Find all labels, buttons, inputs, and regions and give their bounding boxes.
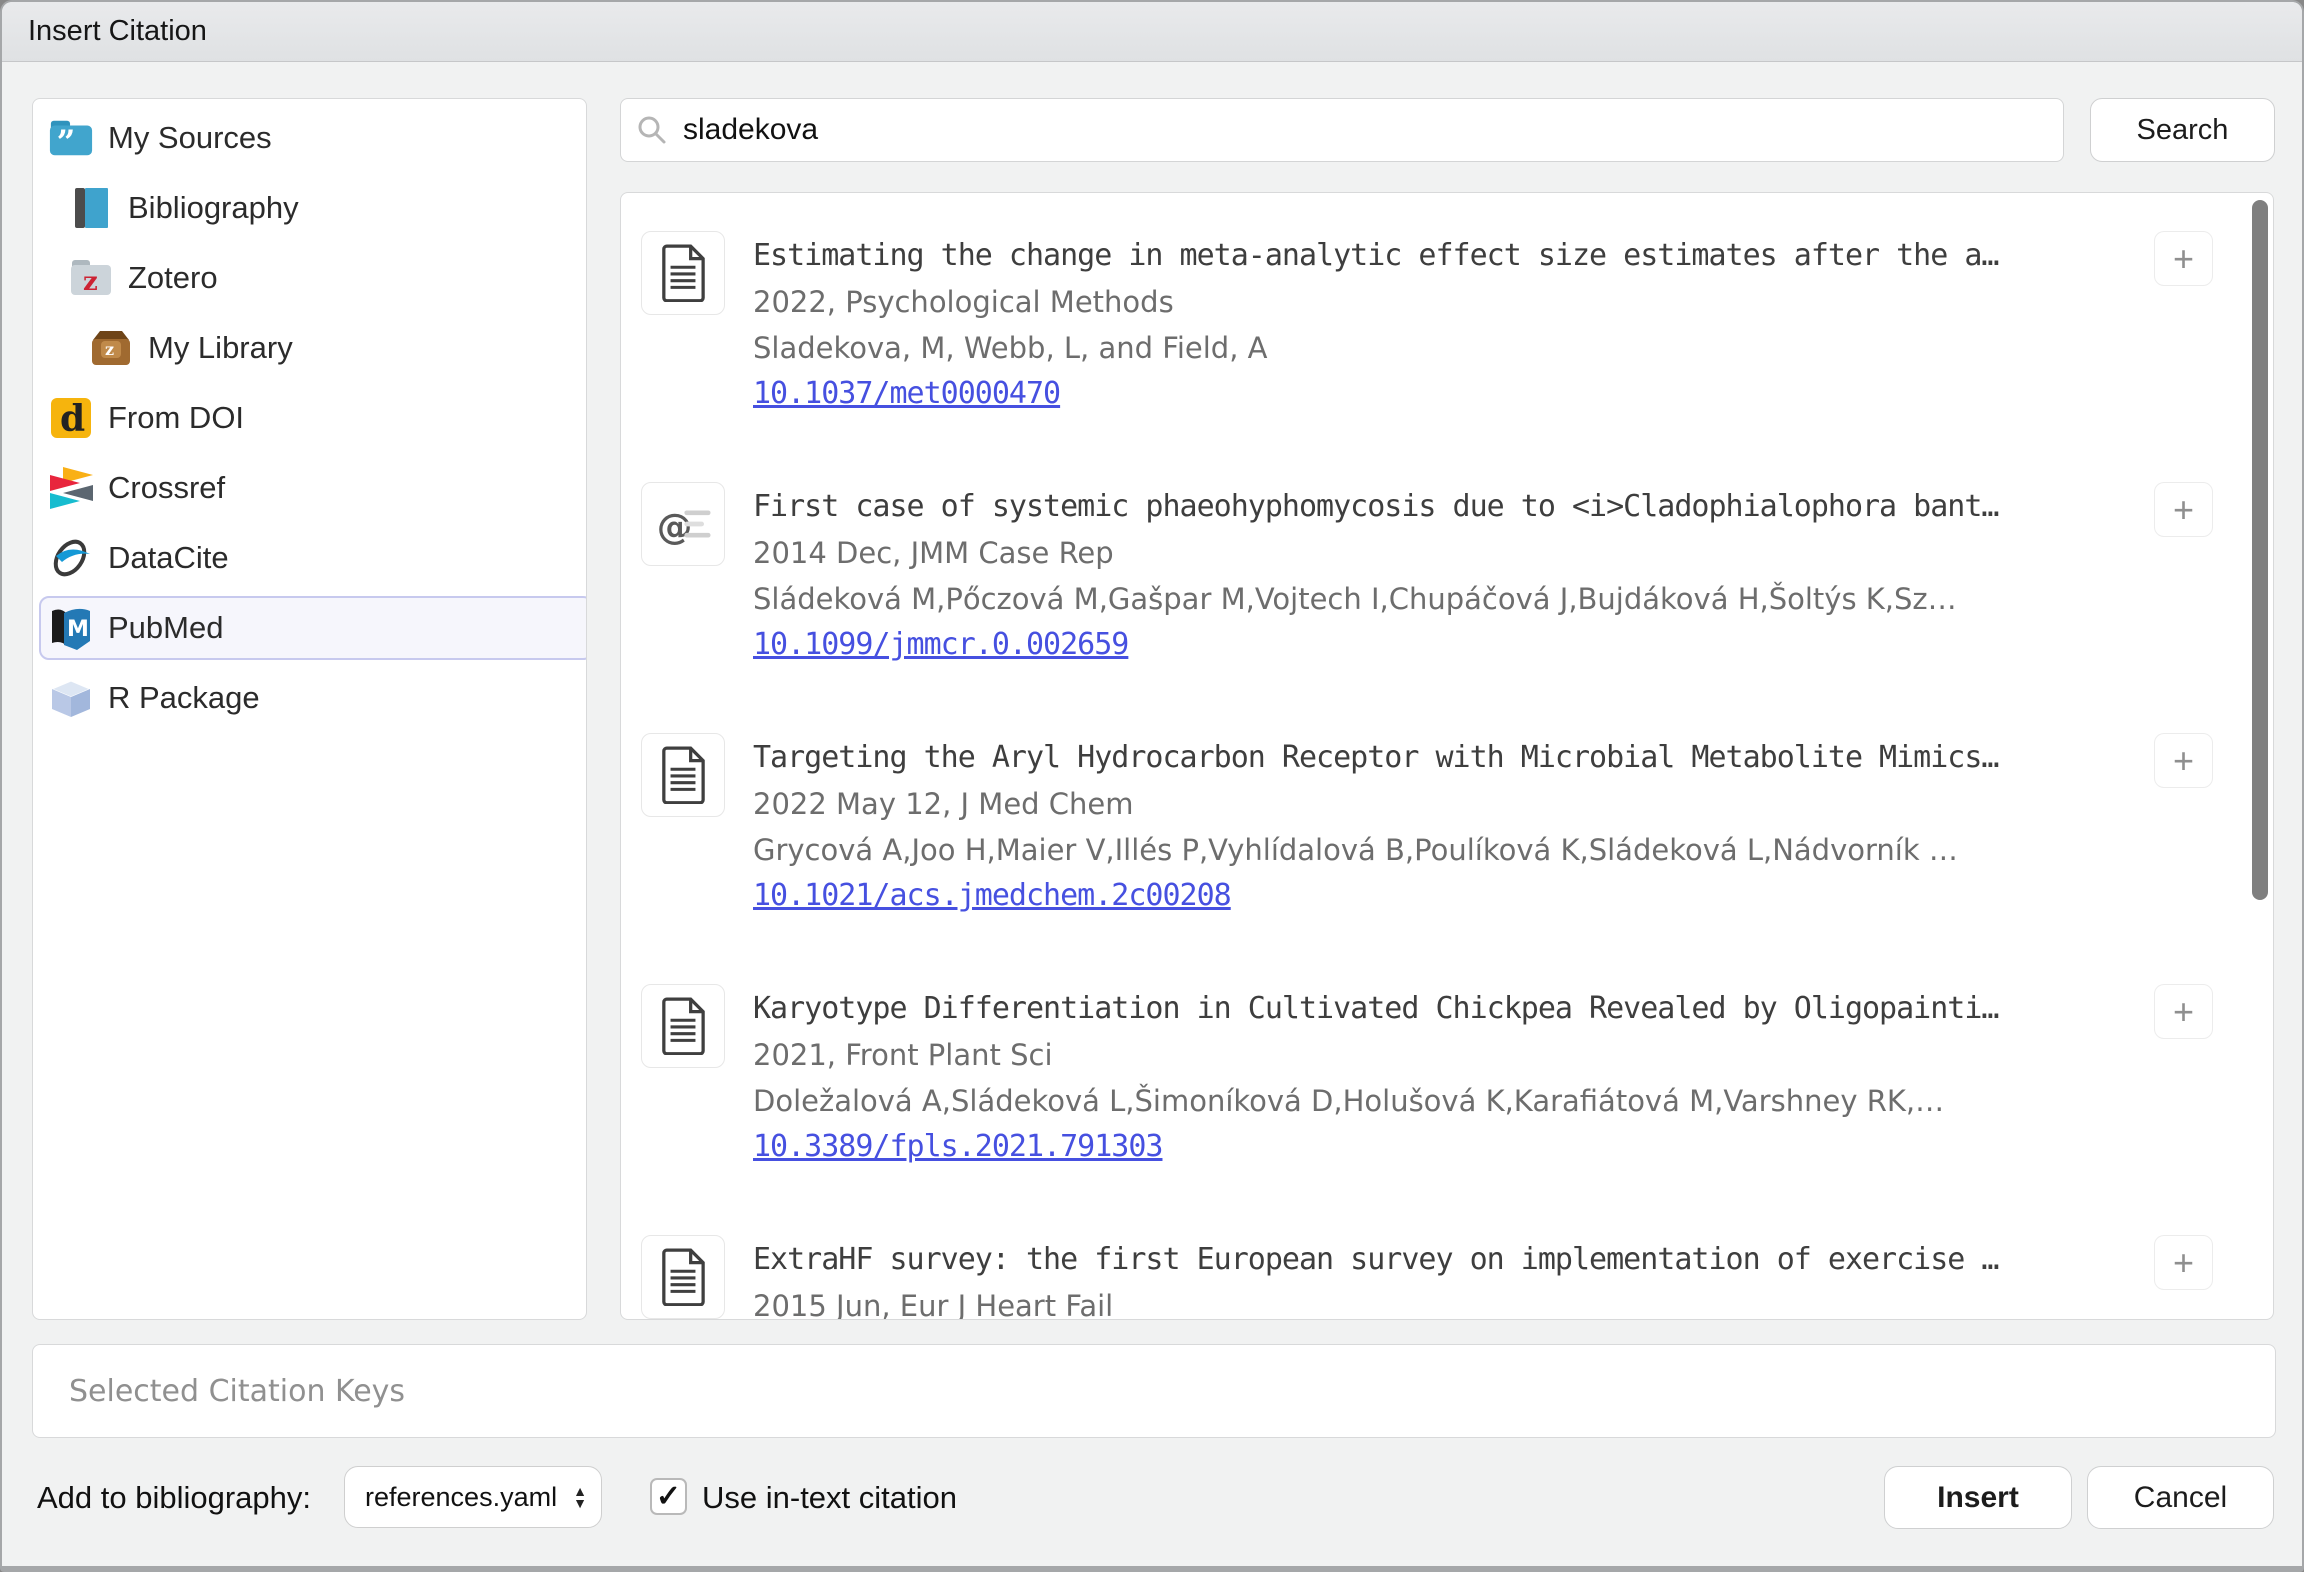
dialog-title: Insert Citation: [28, 15, 207, 48]
result-doi-link[interactable]: 10.1099/jmmcr.0.002659: [753, 627, 1128, 662]
search-box: [620, 98, 2064, 162]
doi-icon: d: [48, 395, 94, 441]
select-arrows-icon: ▲▼: [573, 1485, 587, 1509]
add-citation-button[interactable]: +: [2154, 231, 2213, 286]
crossref-icon: [48, 465, 94, 511]
sidebar-item-label: PubMed: [108, 610, 223, 646]
result-title: First case of systemic phaeohyphomycosis…: [753, 484, 2143, 530]
dialog-titlebar: Insert Citation: [2, 2, 2302, 62]
result-title: Estimating the change in meta-analytic e…: [753, 233, 2143, 279]
result-meta: 2014 Dec, JMM Case Rep: [753, 530, 2143, 576]
add-citation-button[interactable]: +: [2154, 482, 2213, 537]
search-results-list: Estimating the change in meta-analytic e…: [620, 192, 2274, 1320]
result-item: Targeting the Aryl Hydrocarbon Receptor …: [621, 730, 2273, 981]
pubmed-icon: M: [48, 605, 94, 651]
sidebar-item-label: Bibliography: [128, 190, 299, 226]
result-item: @ First case of systemic phaeohyphomycos…: [621, 479, 2273, 730]
search-icon: [635, 113, 669, 147]
document-icon: [641, 984, 725, 1068]
add-to-bibliography-label: Add to bibliography:: [37, 1480, 311, 1516]
cancel-button[interactable]: Cancel: [2087, 1466, 2274, 1529]
selected-citation-keys-box: [32, 1344, 2276, 1438]
svg-text:”: ”: [57, 122, 76, 159]
search-button[interactable]: Search: [2090, 98, 2275, 162]
results-scrollbar-thumb[interactable]: [2252, 200, 2268, 900]
result-authors: Sládeková M,Pőczová M,Gašpar M,Vojtech I…: [753, 576, 2143, 622]
result-meta: 2021, Front Plant Sci: [753, 1032, 2143, 1078]
zotero-icon: z: [68, 255, 114, 301]
insert-button[interactable]: Insert: [1884, 1466, 2072, 1529]
document-icon: [641, 733, 725, 817]
document-icon: [641, 1235, 725, 1319]
sidebar-item-label: R Package: [108, 680, 260, 716]
result-title: Karyotype Differentiation in Cultivated …: [753, 986, 2143, 1032]
add-citation-button[interactable]: +: [2154, 984, 2213, 1039]
add-citation-button[interactable]: +: [2154, 733, 2213, 788]
result-doi-link[interactable]: 10.3389/fpls.2021.791303: [753, 1129, 1162, 1164]
sidebar-item-crossref[interactable]: Crossref: [33, 453, 587, 523]
svg-text:z: z: [105, 340, 114, 359]
result-authors: Sladekova, M, Webb, L, and Field, A: [753, 325, 2143, 371]
search-input[interactable]: [681, 112, 2049, 148]
r-package-icon: [48, 675, 94, 721]
svg-text:M: M: [67, 617, 89, 642]
sources-sidebar: ” My Sources Bibliography z: [32, 98, 587, 1320]
result-meta: 2022 May 12, J Med Chem: [753, 781, 2143, 827]
checkmark-icon: ✓: [656, 1479, 681, 1514]
result-item: Karyotype Differentiation in Cultivated …: [621, 981, 2273, 1232]
svg-text:z: z: [83, 267, 98, 297]
sidebar-item-label: From DOI: [108, 400, 244, 436]
sidebar-item-pubmed[interactable]: M PubMed: [33, 593, 587, 663]
result-title: ExtraHF survey: the first European surve…: [753, 1237, 2143, 1283]
sidebar-item-my-library[interactable]: z My Library: [33, 313, 587, 383]
sidebar-item-label: Zotero: [128, 260, 218, 296]
datacite-icon: [48, 535, 94, 581]
sidebar-item-label: Crossref: [108, 470, 225, 506]
result-item: Estimating the change in meta-analytic e…: [621, 228, 2273, 479]
use-in-text-citation-label: Use in-text citation: [702, 1480, 957, 1516]
insert-citation-dialog: Insert Citation ” My Sources Bibliograph…: [0, 0, 2304, 1572]
sidebar-item-from-doi[interactable]: d From DOI: [33, 383, 587, 453]
sidebar-item-datacite[interactable]: DataCite: [33, 523, 587, 593]
sidebar-item-label: DataCite: [108, 540, 229, 576]
svg-text:d: d: [60, 398, 85, 440]
use-in-text-citation-checkbox[interactable]: ✓: [650, 1478, 687, 1515]
add-citation-button[interactable]: +: [2154, 1235, 2213, 1290]
bibliography-file-value: references.yaml: [365, 1482, 557, 1513]
article-at-icon: @: [641, 482, 725, 566]
result-meta: 2015 Jun, Eur J Heart Fail: [753, 1283, 2143, 1320]
result-authors: Grycová A,Joo H,Maier V,Illés P,Vyhlídal…: [753, 827, 2143, 873]
sidebar-item-label: My Library: [148, 330, 293, 366]
result-doi-link[interactable]: 10.1021/acs.jmedchem.2c00208: [753, 878, 1231, 913]
sidebar-item-bibliography[interactable]: Bibliography: [33, 173, 587, 243]
my-sources-icon: ”: [48, 115, 94, 161]
result-meta: 2022, Psychological Methods: [753, 279, 2143, 325]
result-doi-link[interactable]: 10.1037/met0000470: [753, 376, 1060, 411]
sidebar-item-r-package[interactable]: R Package: [33, 663, 587, 733]
selected-citation-keys-input[interactable]: [33, 1345, 2275, 1437]
sidebar-item-label: My Sources: [108, 120, 272, 156]
result-title: Targeting the Aryl Hydrocarbon Receptor …: [753, 735, 2143, 781]
result-authors: Doležalová A,Sládeková L,Šimoníková D,Ho…: [753, 1078, 2143, 1124]
document-icon: [641, 231, 725, 315]
bibliography-file-select[interactable]: references.yaml ▲▼: [344, 1466, 602, 1528]
sidebar-item-zotero[interactable]: z Zotero: [33, 243, 587, 313]
my-library-icon: z: [88, 325, 134, 371]
result-item: ExtraHF survey: the first European surve…: [621, 1232, 2273, 1320]
sidebar-item-my-sources[interactable]: ” My Sources: [33, 103, 587, 173]
bibliography-icon: [68, 185, 114, 231]
